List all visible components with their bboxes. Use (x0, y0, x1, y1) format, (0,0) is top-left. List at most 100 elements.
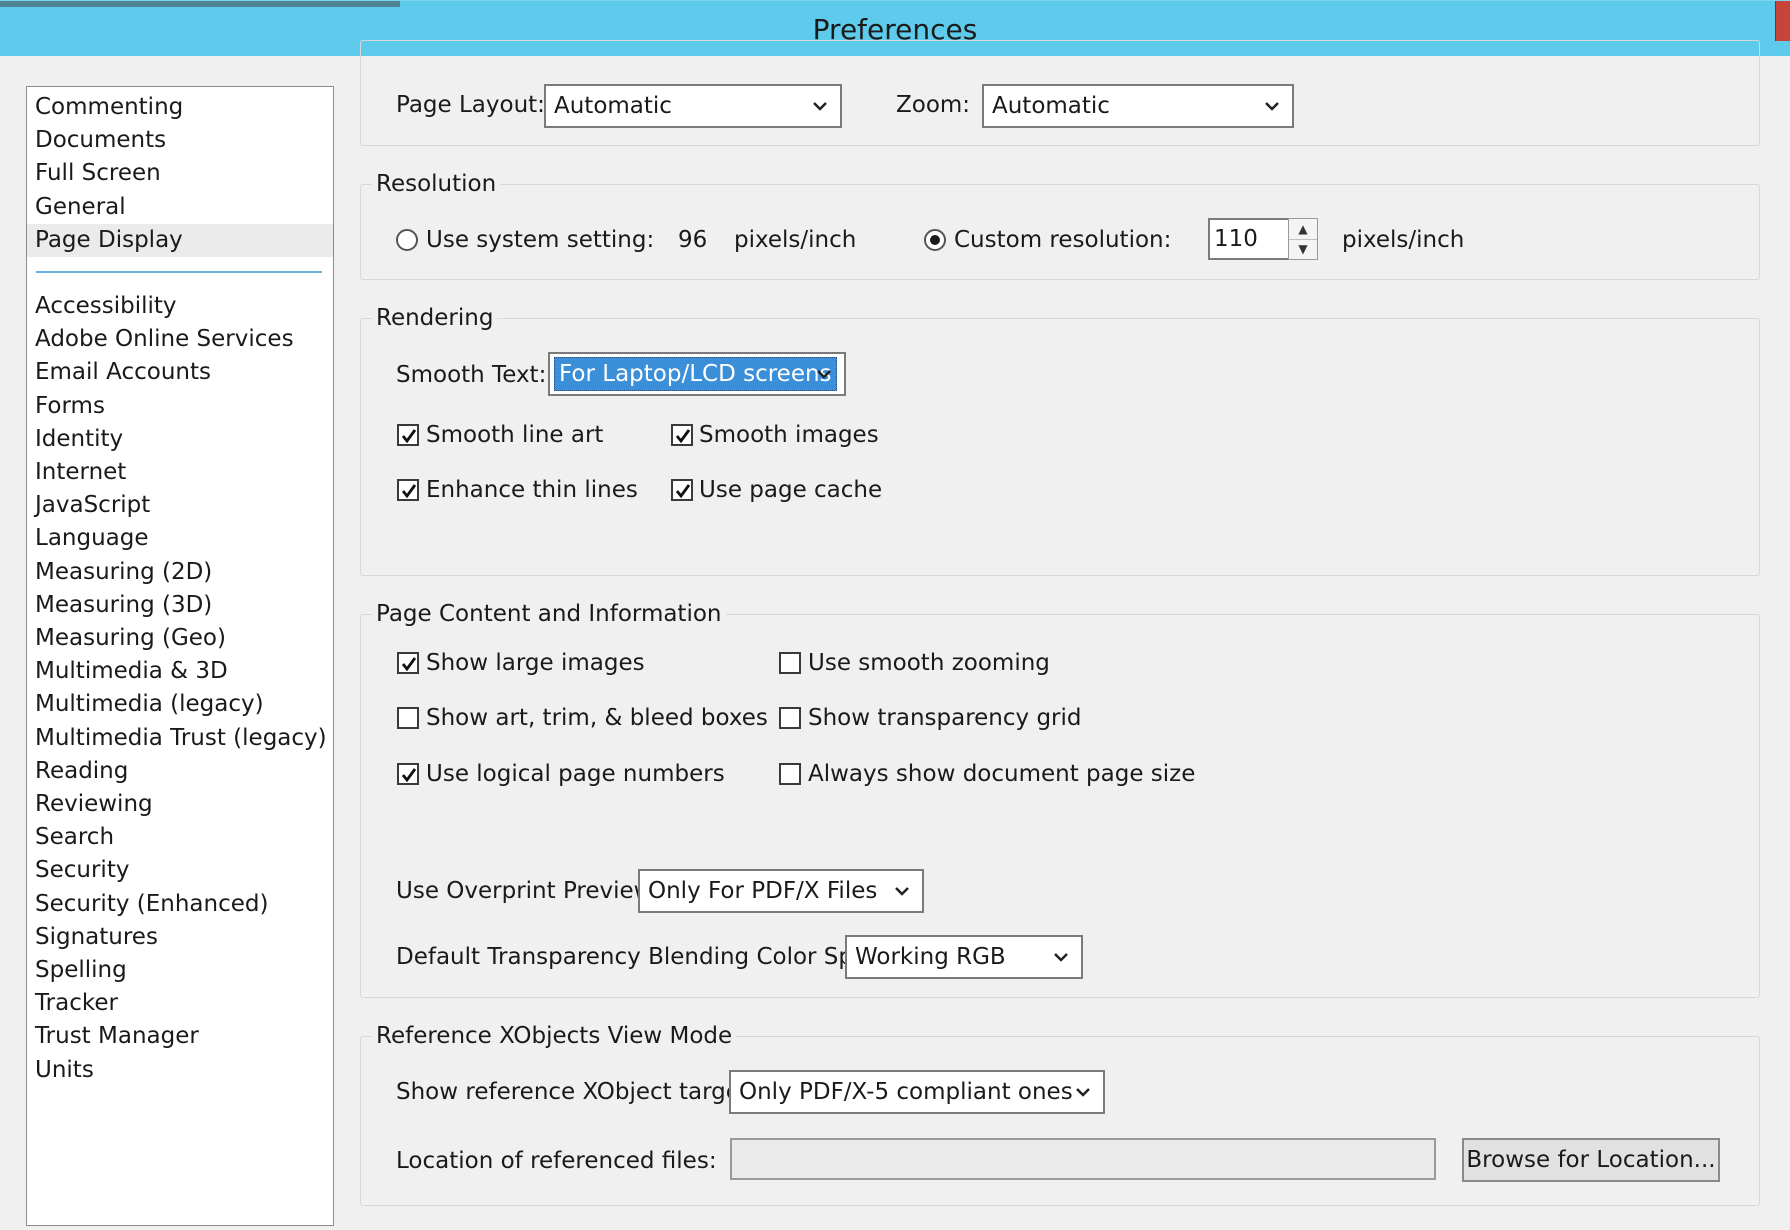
page-content-group-title: Page Content and Information (372, 600, 726, 628)
system-resolution-value: 96 (678, 227, 708, 253)
blending-color-space-value: Working RGB (855, 944, 1006, 970)
custom-resolution-radio[interactable] (924, 229, 946, 251)
smooth-text-label: Smooth Text: (396, 362, 547, 388)
referenced-files-location-field[interactable] (730, 1138, 1436, 1180)
sidebar-item-spelling[interactable]: Spelling (27, 954, 333, 987)
zoom-dropdown[interactable]: Automatic (982, 84, 1294, 128)
use-smooth-zooming-checkbox[interactable] (779, 652, 801, 674)
page-layout-value: Automatic (554, 93, 672, 119)
category-list[interactable]: Commenting Documents Full Screen General Pag… (26, 86, 334, 1226)
xobject-targets-value: Only PDF/X-5 compliant ones (739, 1079, 1073, 1105)
page-layout-label: Page Layout: (396, 92, 545, 118)
browse-for-location-button[interactable]: Browse for Location... (1462, 1138, 1720, 1182)
checkmark-icon (401, 429, 417, 444)
sidebar-item-reviewing[interactable]: Reviewing (27, 788, 333, 821)
system-resolution-unit: pixels/inch (734, 227, 857, 253)
show-large-images-label: Show large images (426, 650, 645, 676)
sidebar-item-documents[interactable]: Documents (27, 124, 333, 157)
blending-color-space-dropdown[interactable]: Working RGB (845, 935, 1083, 979)
title-bar-top-strip (0, 1, 400, 7)
sidebar-item-internet[interactable]: Internet (27, 456, 333, 489)
sidebar-item-forms[interactable]: Forms (27, 390, 333, 423)
use-smooth-zooming-label: Use smooth zooming (808, 650, 1050, 676)
custom-resolution-value: 110 (1214, 226, 1258, 252)
sidebar-item-security[interactable]: Security (27, 854, 333, 887)
sidebar-item-multimedia-legacy[interactable]: Multimedia (legacy) (27, 688, 333, 721)
sidebar-item-multimedia-3d[interactable]: Multimedia & 3D (27, 655, 333, 688)
smooth-line-art-checkbox[interactable] (397, 424, 419, 446)
overprint-preview-dropdown[interactable]: Only For PDF/X Files (638, 869, 924, 913)
checkmark-icon (401, 657, 417, 672)
show-art-trim-checkbox[interactable] (397, 707, 419, 729)
custom-resolution-input[interactable]: 110 (1208, 218, 1288, 260)
sidebar-item-measuring-3d[interactable]: Measuring (3D) (27, 589, 333, 622)
referenced-files-location-label: Location of referenced files: (396, 1148, 717, 1174)
enhance-thin-lines-checkbox[interactable] (397, 479, 419, 501)
use-page-cache-checkbox[interactable] (671, 479, 693, 501)
sidebar-item-identity[interactable]: Identity (27, 423, 333, 456)
show-transparency-grid-label: Show transparency grid (808, 705, 1082, 731)
always-show-page-size-checkbox[interactable] (779, 763, 801, 785)
rendering-group-title: Rendering (372, 304, 498, 332)
sidebar-item-measuring-2d[interactable]: Measuring (2D) (27, 556, 333, 589)
show-large-images-checkbox[interactable] (397, 652, 419, 674)
resolution-stepper[interactable]: ▲ ▼ (1288, 218, 1318, 260)
sidebar-item-reading[interactable]: Reading (27, 755, 333, 788)
use-system-setting-label: Use system setting: (426, 227, 655, 253)
resolution-group-title: Resolution (372, 170, 501, 198)
sidebar-item-javascript[interactable]: JavaScript (27, 489, 333, 522)
close-button[interactable] (1775, 1, 1790, 41)
always-show-page-size-label: Always show document page size (808, 761, 1196, 787)
sidebar-item-full-screen[interactable]: Full Screen (27, 157, 333, 190)
checkmark-icon (675, 484, 691, 499)
sidebar-item-tracker[interactable]: Tracker (27, 987, 333, 1020)
checkmark-icon (675, 429, 691, 444)
overprint-preview-label: Use Overprint Preview: (396, 878, 659, 904)
sidebar-item-language[interactable]: Language (27, 522, 333, 555)
use-logical-page-numbers-label: Use logical page numbers (426, 761, 725, 787)
page-layout-dropdown[interactable]: Automatic (544, 84, 842, 128)
smooth-text-dropdown[interactable]: For Laptop/LCD screens (548, 352, 846, 396)
custom-resolution-unit: pixels/inch (1342, 227, 1465, 253)
chevron-down-icon (813, 102, 827, 111)
smooth-images-checkbox[interactable] (671, 424, 693, 446)
sidebar-item-commenting[interactable]: Commenting (27, 91, 333, 124)
sidebar-item-accessibility[interactable]: Accessibility (27, 290, 333, 323)
checkmark-icon (401, 484, 417, 499)
sidebar-item-trust-manager[interactable]: Trust Manager (27, 1020, 333, 1053)
checkmark-icon (401, 768, 417, 783)
use-logical-page-numbers-checkbox[interactable] (397, 763, 419, 785)
chevron-down-icon (1265, 102, 1279, 111)
sidebar-item-page-display[interactable]: Page Display (27, 223, 333, 257)
use-system-setting-radio[interactable] (396, 229, 418, 251)
sidebar-item-security-enhanced[interactable]: Security (Enhanced) (27, 888, 333, 921)
sidebar-item-adobe-online-services[interactable]: Adobe Online Services (27, 323, 333, 356)
sidebar-item-multimedia-trust-legacy[interactable]: Multimedia Trust (legacy) (27, 722, 333, 755)
xobjects-group-title: Reference XObjects View Mode (372, 1022, 737, 1050)
custom-resolution-label: Custom resolution: (954, 227, 1172, 253)
sidebar-item-search[interactable]: Search (27, 821, 333, 854)
chevron-down-icon (895, 887, 909, 896)
chevron-up-icon[interactable]: ▲ (1289, 219, 1317, 240)
sidebar-item-measuring-geo[interactable]: Measuring (Geo) (27, 622, 333, 655)
smooth-line-art-label: Smooth line art (426, 422, 604, 448)
xobject-targets-label: Show reference XObject targets: (396, 1079, 769, 1105)
smooth-images-label: Smooth images (699, 422, 879, 448)
sidebar-item-signatures[interactable]: Signatures (27, 921, 333, 954)
xobject-targets-dropdown[interactable]: Only PDF/X-5 compliant ones (729, 1070, 1105, 1114)
zoom-value: Automatic (992, 93, 1110, 119)
overprint-preview-value: Only For PDF/X Files (648, 878, 878, 904)
chevron-down-icon[interactable]: ▼ (1289, 239, 1317, 259)
smooth-text-value: For Laptop/LCD screens (554, 357, 837, 391)
use-page-cache-label: Use page cache (699, 477, 883, 503)
show-transparency-grid-checkbox[interactable] (779, 707, 801, 729)
sidebar-item-units[interactable]: Units (27, 1054, 333, 1087)
zoom-label: Zoom: (896, 92, 971, 118)
sidebar-item-email-accounts[interactable]: Email Accounts (27, 356, 333, 389)
show-art-trim-label: Show art, trim, & bleed boxes (426, 705, 768, 731)
chevron-down-icon (1076, 1088, 1090, 1097)
category-divider (36, 271, 322, 273)
sidebar-item-general[interactable]: General (27, 191, 333, 224)
enhance-thin-lines-label: Enhance thin lines (426, 477, 638, 503)
chevron-down-icon (1054, 953, 1068, 962)
